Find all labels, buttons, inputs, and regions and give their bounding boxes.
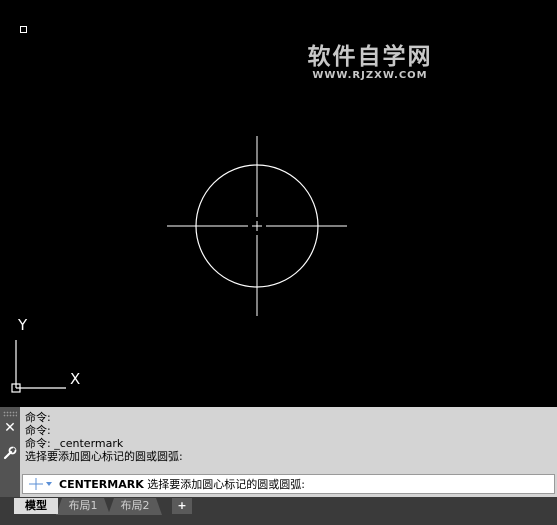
ucs-y-label: Y: [18, 316, 28, 334]
layout-tab-bar: 模型 布局1 布局2 +: [0, 497, 557, 525]
ucs-x-label: X: [70, 370, 81, 388]
command-prompt-icon[interactable]: [27, 477, 53, 491]
tab-layout2[interactable]: 布局2: [114, 498, 156, 514]
command-input[interactable]: CENTERMARK 选择要添加圆心标记的圆或圆弧:: [22, 474, 555, 494]
history-line: 命令: _centermark: [25, 437, 124, 450]
command-line-panel: ✕ 命令: 命令: 命令: _centermark 选择要添加圆心标记的圆或圆弧…: [0, 407, 557, 497]
command-input-prompt: 选择要添加圆心标记的圆或圆弧:: [143, 478, 305, 491]
history-line: 命令:: [25, 424, 51, 437]
wrench-icon[interactable]: [2, 445, 18, 461]
command-line-sidebar: ✕: [0, 407, 20, 497]
drawing-canvas[interactable]: 软件自学网 WWW.RJZXW.COM Y X: [0, 0, 557, 407]
command-input-name: CENTERMARK: [59, 478, 144, 491]
grip-handle[interactable]: [3, 411, 17, 417]
center-cross: [253, 222, 261, 230]
add-layout-button[interactable]: +: [172, 498, 192, 514]
history-line: 命令:: [25, 411, 51, 424]
drawing-geometry: [11, 136, 347, 393]
tab-layout1[interactable]: 布局1: [62, 498, 104, 514]
command-history: 命令: 命令: 命令: _centermark 选择要添加圆心标记的圆或圆弧:: [25, 411, 545, 463]
command-input-text: CENTERMARK 选择要添加圆心标记的圆或圆弧:: [59, 478, 305, 491]
history-line: 选择要添加圆心标记的圆或圆弧:: [25, 450, 183, 463]
ucs-icon: [11, 340, 66, 393]
tab-model[interactable]: 模型: [14, 498, 58, 514]
close-icon[interactable]: ✕: [4, 421, 16, 435]
